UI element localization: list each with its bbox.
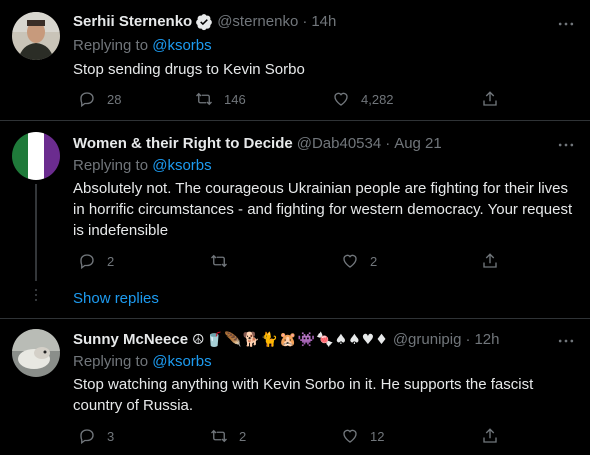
reply-button[interactable]: 2	[78, 251, 114, 271]
tweet-header: Serhii Sternenko @sternenko · 14h	[73, 12, 336, 32]
avatar[interactable]	[12, 12, 60, 60]
replying-to-handle[interactable]: @ksorbs	[152, 353, 211, 370]
timestamp[interactable]: 12h	[474, 330, 499, 350]
tweet-actions: 2 2	[73, 251, 513, 271]
heart-icon	[343, 429, 357, 443]
share-icon	[483, 91, 497, 106]
tweet-header: Women & their Right to Decide @Dab40534 …	[73, 134, 442, 154]
avatar[interactable]	[12, 329, 60, 377]
reply-count: 2	[107, 253, 115, 269]
tweet-actions: 28 146 4,282	[73, 89, 513, 109]
display-name[interactable]: Sunny McNeece	[73, 330, 188, 350]
verified-badge-icon	[196, 14, 213, 31]
tweet-1[interactable]: Serhii Sternenko @sternenko · 14h Replyi…	[0, 0, 590, 120]
retweet-button[interactable]	[210, 251, 239, 271]
separator: ·	[385, 135, 391, 152]
retweet-icon	[211, 429, 227, 443]
user-handle[interactable]: @sternenko	[217, 12, 298, 32]
like-button[interactable]: 12	[341, 426, 384, 446]
tweet-text: Stop sending drugs to Kevin Sorbo	[73, 61, 305, 78]
tweet-text: Absolutely not. The courageous Ukrainian…	[73, 180, 573, 239]
reply-icon	[80, 429, 94, 445]
thread-line	[35, 184, 37, 281]
replying-to-handle[interactable]: @ksorbs	[152, 157, 211, 174]
tweet-header: Sunny McNeece ☮🥤🪶🐕🐈🐹👾🍬♠♠♥♦ @grunipig · 1…	[73, 330, 499, 350]
timestamp[interactable]: 14h	[311, 12, 336, 32]
like-button[interactable]: 4,282	[332, 89, 394, 109]
reply-icon	[80, 254, 94, 270]
avatar[interactable]	[12, 132, 60, 180]
display-name[interactable]: Serhii Sternenko	[73, 12, 192, 32]
retweet-count: 146	[224, 91, 246, 107]
heart-icon	[343, 254, 357, 268]
reply-count: 3	[107, 428, 115, 444]
tweet-3[interactable]: Sunny McNeece ☮🥤🪶🐕🐈🐹👾🍬♠♠♥♦ @grunipig · 1…	[0, 319, 590, 455]
share-icon	[483, 253, 497, 268]
tweet-actions: 3 2 12	[73, 426, 513, 446]
share-button[interactable]	[481, 89, 499, 109]
retweet-button[interactable]: 146	[195, 89, 246, 109]
replying-to-handle[interactable]: @ksorbs	[152, 37, 211, 54]
like-count: 2	[370, 253, 378, 269]
heart-icon	[334, 92, 348, 106]
tweet-text: Stop watching anything with Kevin Sorbo …	[73, 376, 534, 414]
more-options-icon[interactable]	[556, 135, 576, 155]
like-count: 4,282	[361, 91, 394, 107]
share-button[interactable]	[481, 251, 499, 271]
reply-button[interactable]: 3	[78, 426, 114, 446]
replying-to: Replying to @ksorbs	[73, 37, 212, 54]
like-button[interactable]: 2	[341, 251, 377, 271]
share-icon	[483, 428, 497, 443]
more-options-icon[interactable]	[556, 331, 576, 351]
reply-button[interactable]: 28	[78, 89, 121, 109]
share-button[interactable]	[481, 426, 499, 446]
retweet-button[interactable]: 2	[210, 426, 246, 446]
name-emojis: ☮🥤🪶🐕🐈🐹👾🍬♠♠♥♦	[192, 332, 389, 348]
like-count: 12	[370, 428, 385, 444]
more-options-icon[interactable]	[556, 14, 576, 34]
separator: ·	[302, 13, 308, 30]
thread-dots	[35, 289, 37, 304]
retweet-count: 2	[239, 428, 247, 444]
reply-icon	[80, 92, 94, 108]
replying-to: Replying to @ksorbs	[73, 157, 212, 174]
retweet-icon	[211, 254, 227, 268]
reply-count: 28	[107, 91, 122, 107]
display-name[interactable]: Women & their Right to Decide	[73, 134, 293, 154]
user-handle[interactable]: @grunipig	[393, 330, 462, 350]
retweet-icon	[196, 92, 212, 106]
tweet-2[interactable]: Women & their Right to Decide @Dab40534 …	[0, 121, 590, 318]
show-replies-link[interactable]: Show replies	[73, 290, 159, 307]
replying-to: Replying to @ksorbs	[73, 353, 212, 370]
separator: ·	[465, 331, 471, 348]
user-handle[interactable]: @Dab40534	[297, 134, 381, 154]
timestamp[interactable]: Aug 21	[394, 134, 442, 154]
